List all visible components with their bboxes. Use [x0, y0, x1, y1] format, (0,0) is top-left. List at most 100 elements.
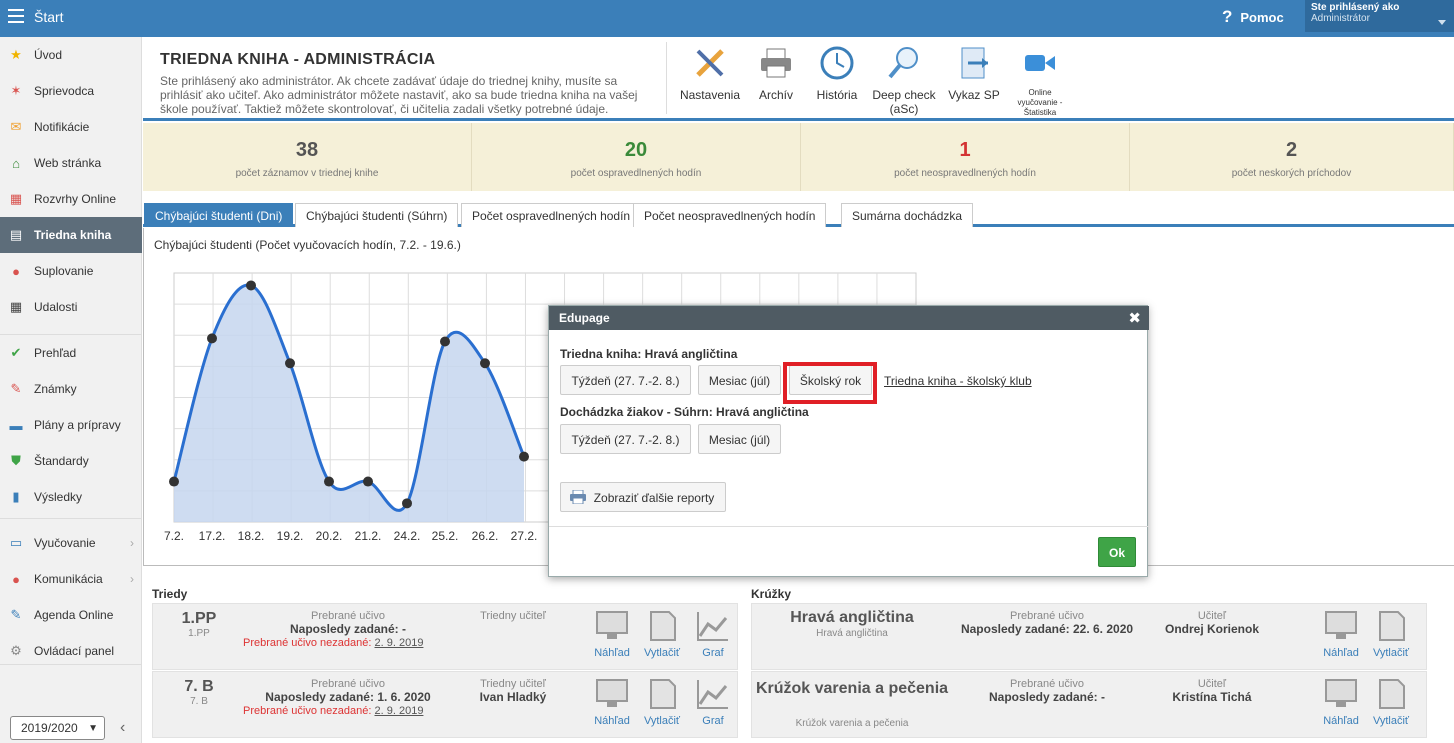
graph-button[interactable]: Graf: [693, 610, 733, 659]
clock-icon: [820, 46, 854, 80]
sidebar-item-label: Triedna kniha: [34, 228, 112, 242]
report-dialog: Edupage ✖ Triedna kniha: Hravá angličtina…: [548, 305, 1149, 577]
toolbar-magnifier-button[interactable]: Deep check (aSc): [869, 45, 939, 116]
chevron-right-icon: ›: [130, 536, 134, 550]
toolbar-printer-button[interactable]: Archív: [752, 45, 800, 102]
attendance-week-button[interactable]: Týždeň (27. 7.-2. 8.): [560, 424, 691, 454]
taught-label: Prebrané učivo: [311, 678, 385, 690]
x-tick-label: 19.2.: [277, 529, 304, 543]
print-button[interactable]: Vytlačiť: [1371, 610, 1411, 659]
pencil-icon: ✎: [10, 607, 22, 622]
print-button[interactable]: Vytlačiť: [642, 610, 682, 659]
sidebar-item-notifikacie[interactable]: ✉ Notifikácie: [0, 109, 142, 145]
school-year-select[interactable]: 2019/2020 ▼: [10, 716, 105, 740]
sidebar-item-vysledky[interactable]: ▮ Výsledky: [0, 479, 142, 515]
sidebar-item-suplovanie[interactable]: ● Suplovanie: [0, 253, 142, 289]
teacher-name: Ondrej Korienok: [1164, 622, 1259, 636]
class-card[interactable]: 1.PP 1.PP Prebrané učivo Naposledy zadané: …: [152, 603, 738, 670]
print-button[interactable]: Vytlačiť: [642, 678, 682, 727]
preview-button[interactable]: Náhľad: [1321, 610, 1361, 659]
tab-2[interactable]: Chýbajúci študenti (Súhrn): [295, 203, 459, 227]
more-reports-button[interactable]: Zobraziť ďalšie reporty: [560, 482, 726, 512]
data-point: [363, 476, 373, 487]
start-link[interactable]: Štart: [34, 9, 64, 25]
preview-button[interactable]: Náhľad: [1321, 678, 1361, 727]
menu-icon[interactable]: [8, 9, 24, 23]
toolbar-settings-tools-button[interactable]: Nastavenia: [679, 45, 741, 102]
export-icon: [961, 47, 988, 79]
sidebar-item-znamky[interactable]: ✎ Známky: [0, 371, 142, 407]
tool-shape: [982, 58, 988, 68]
shield-check-icon: ⛊: [11, 453, 21, 468]
club-card[interactable]: Krúžok varenia a pečenia Krúžok varenia a…: [751, 671, 1427, 738]
school-club-link[interactable]: Triedna kniha - školský klub: [884, 374, 1032, 388]
sidebar-item-komunikacia[interactable]: ● Komunikácia ›: [0, 561, 142, 597]
sidebar-item-label: Notifikácie: [34, 120, 90, 134]
x-tick-label: 18.2.: [238, 529, 265, 543]
club-name: Hravá angličtina: [790, 609, 914, 626]
sidebar-item-prehlad[interactable]: ✔ Prehľad: [0, 335, 142, 371]
chevron-down-icon: [1438, 20, 1446, 25]
print-button[interactable]: Vytlačiť: [1371, 678, 1411, 727]
sidebar-item-rozvrhy-online[interactable]: ▦ Rozvrhy Online: [0, 181, 142, 217]
toolbar-button-label: Nastavenia: [679, 88, 741, 102]
warning-label: Prebrané učivo nezadané:: [243, 637, 372, 649]
icon-shape: [596, 679, 628, 702]
sidebar-item-standardy[interactable]: ⛊ Štandardy: [0, 443, 142, 479]
toolbar-video-camera-button[interactable]: Online vyučovanie - Štatistika: [1017, 45, 1063, 118]
sidebar-item-agenda-online[interactable]: ✎ Agenda Online: [0, 597, 142, 633]
tab-4[interactable]: Počet neospravedlnených hodín: [633, 203, 827, 227]
taught-label: Prebrané učivo: [1010, 678, 1084, 690]
icon-shape: [1379, 679, 1405, 709]
tab-1[interactable]: Chýbajúci študenti (Dni): [144, 203, 294, 227]
toolbar-button-label: Archív: [758, 88, 793, 102]
sidebar-item-label: Úvod: [34, 48, 63, 62]
sidebar-item-vyucovanie[interactable]: ▭ Vyučovanie ›: [0, 525, 142, 561]
page-description: Ste prihlásený ako administrátor. Ak chc…: [160, 74, 638, 116]
tool-shape: [766, 48, 786, 60]
warning-date-link[interactable]: 2. 9. 2019: [375, 637, 424, 649]
monitor-icon: [1325, 611, 1357, 639]
stat-value: 2: [1285, 139, 1298, 161]
sidebar-divider: [0, 664, 142, 665]
close-icon[interactable]: ✖: [1128, 309, 1141, 327]
calendar-grid-icon: ▦: [9, 299, 23, 314]
user-menu-role: Administrátor: [1311, 13, 1370, 24]
chevron-down-icon: ▼: [88, 723, 98, 734]
class-card[interactable]: 7. B 7. B Prebrané učivo Naposledy zadané: …: [152, 671, 738, 738]
user-menu[interactable]: Ste prihlásený ako Administrátor: [1305, 0, 1454, 32]
club-card[interactable]: Hravá angličtina Hravá angličtina Prebrané…: [751, 603, 1427, 670]
help-button[interactable]: ? Pomoc: [1222, 7, 1284, 27]
data-point: [519, 451, 529, 462]
action-label: Graf: [702, 647, 724, 659]
dialog-footer-divider: [549, 526, 1149, 527]
graph-button[interactable]: Graf: [693, 678, 733, 727]
class-code: 7. B: [190, 696, 208, 707]
warning-label: Prebrané učivo nezadané:: [243, 705, 372, 717]
collapse-sidebar-icon[interactable]: ‹: [120, 719, 125, 737]
icon-shape: [698, 617, 728, 637]
week-report-button[interactable]: Týždeň (27. 7.-2. 8.): [560, 365, 691, 395]
sidebar-item-triedna-kniha[interactable]: ▤ Triedna kniha: [0, 217, 142, 253]
school-year-value: 2019/2020: [21, 721, 78, 735]
toolbar-clock-button[interactable]: História: [813, 45, 861, 102]
preview-button[interactable]: Náhľad: [592, 678, 632, 727]
month-report-button[interactable]: Mesiac (júl): [698, 365, 781, 395]
sidebar-item-udalosti[interactable]: ▦ Udalosti: [0, 289, 142, 325]
sidebar-item-sprievodca[interactable]: ✶ Sprievodca: [0, 73, 142, 109]
calendar-icon: ▦: [9, 191, 23, 206]
tab-5[interactable]: Sumárna dochádzka: [841, 203, 974, 227]
toolbar-export-button[interactable]: Vykaz SP: [945, 45, 1003, 102]
tab-3[interactable]: Počet ospravedlnených hodín: [461, 203, 642, 227]
sidebar-item-uvod[interactable]: ★ Úvod: [0, 37, 142, 73]
sidebar-item-web-stranka[interactable]: ⌂ Web stránka: [0, 145, 142, 181]
document-icon: [1379, 679, 1405, 709]
star-icon: ★: [10, 47, 22, 62]
attendance-month-button[interactable]: Mesiac (júl): [698, 424, 781, 454]
dialog-section-attendance: Dochádzka žiakov - Súhrn: Hravá angličti…: [560, 405, 809, 419]
monitor-icon: [1325, 679, 1357, 707]
warning-date-link[interactable]: 2. 9. 2019: [375, 705, 424, 717]
sidebar-item-plany-a-pripravy[interactable]: ▬ Plány a prípravy: [0, 407, 142, 443]
preview-button[interactable]: Náhľad: [592, 610, 632, 659]
ok-button[interactable]: Ok: [1098, 537, 1136, 567]
